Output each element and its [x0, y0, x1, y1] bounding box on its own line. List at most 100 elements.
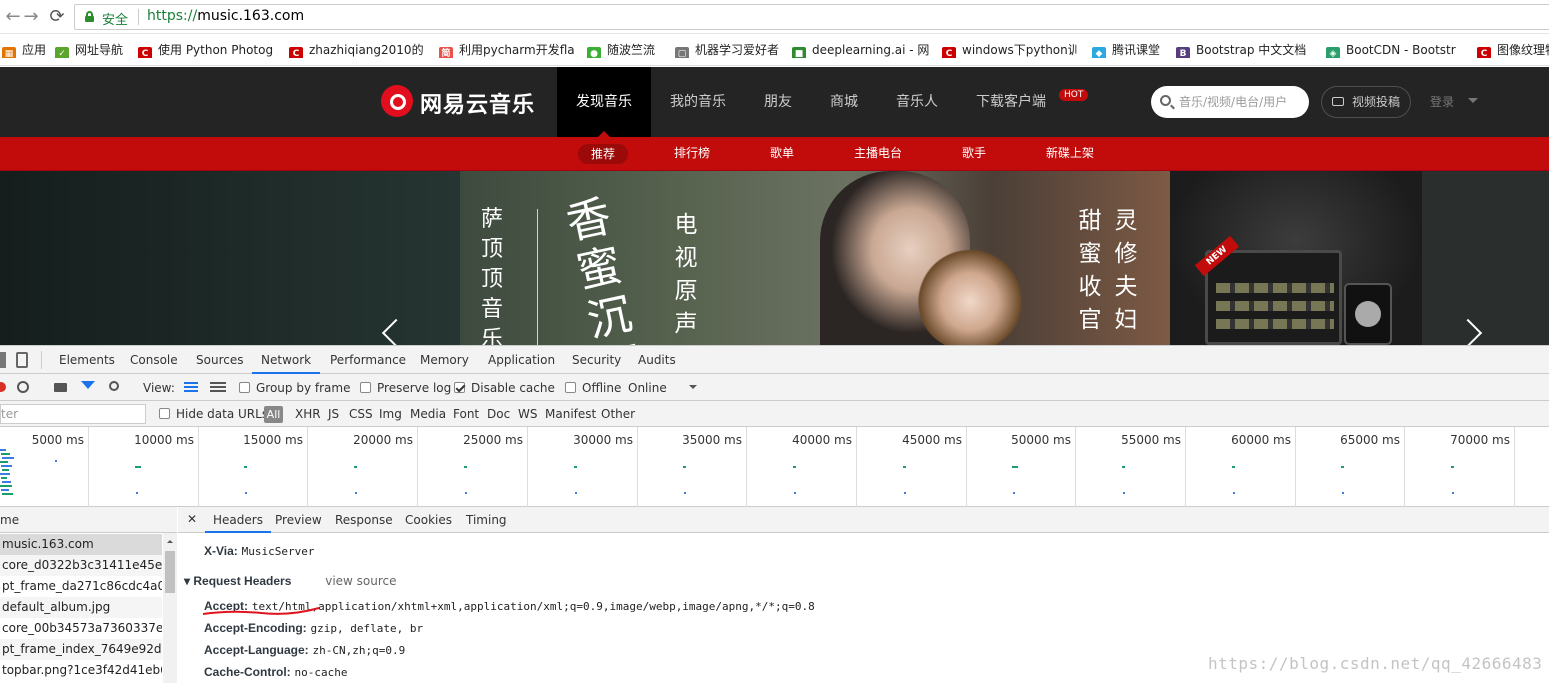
tab-network[interactable]: Network [252, 346, 321, 374]
login-link[interactable]: 登录 [1430, 67, 1454, 137]
clear-icon[interactable] [17, 381, 29, 393]
list-view-icon[interactable] [184, 382, 198, 392]
filter-icon[interactable] [81, 381, 95, 389]
tab-elements[interactable]: Elements [59, 346, 115, 374]
filter-manifest[interactable]: Manifest [545, 406, 596, 422]
screenshot-camera-icon[interactable] [54, 383, 67, 392]
forward-icon[interactable]: → [20, 6, 42, 28]
offline-checkbox[interactable]: Offline [565, 380, 621, 396]
bookmark-item[interactable]: C 图像纹理特 [1477, 42, 1549, 58]
nav-store[interactable]: 商城 [811, 67, 877, 137]
request-row[interactable]: core_00b34573a7360337eed1. [0, 618, 162, 639]
bookmark-item[interactable]: B Bootstrap 中文文档 [1176, 42, 1314, 58]
bookmark-item[interactable]: 简利用pycharm开发fla [439, 42, 574, 58]
tab-timing[interactable]: Timing [466, 507, 507, 533]
view-source-link[interactable]: view source [325, 574, 396, 588]
chevron-down-icon[interactable] [1468, 98, 1478, 108]
subnav-artists[interactable]: 歌手 [962, 137, 986, 171]
filter-doc[interactable]: Doc [487, 406, 510, 422]
request-headers-section[interactable]: ▾ Request Headers view source [184, 573, 397, 589]
netease-music-logo-icon[interactable] [381, 85, 413, 117]
bookmark-item[interactable]: ◈ BootCDN - Bootstr [1326, 42, 1464, 58]
video-upload-button[interactable]: 视频投稿 [1321, 86, 1411, 118]
request-list-header[interactable]: me [0, 507, 177, 533]
filter-xhr[interactable]: XHR [295, 406, 321, 422]
tab-memory[interactable]: Memory [420, 346, 469, 374]
subnav-charts[interactable]: 排行榜 [674, 137, 710, 171]
filter-font[interactable]: Font [453, 406, 479, 422]
subnav-recommend[interactable]: 推荐 [578, 144, 629, 164]
bookmark-item[interactable]: Cwindows下python训 [942, 42, 1077, 58]
request-row[interactable]: topbar.png?1ce3f42d41eb657 [0, 660, 162, 681]
device-toolbar-icon[interactable] [16, 352, 28, 368]
filter-img[interactable]: Img [379, 406, 402, 422]
search-icon[interactable] [109, 381, 119, 391]
hide-data-urls-checkbox[interactable]: Hide data URLs [159, 406, 268, 422]
banner-image[interactable] [460, 171, 1170, 345]
request-row[interactable]: pt_frame_index_7649e92d808. [0, 639, 162, 660]
timeline-tick-label: 30000 ms [573, 433, 633, 447]
nav-friends[interactable]: 朋友 [745, 67, 811, 137]
timeline-tick-label: 50000 ms [1011, 433, 1071, 447]
filter-css[interactable]: CSS [349, 406, 373, 422]
omnibox[interactable]: 安全 https://music.163.com [74, 4, 1549, 30]
request-row[interactable]: core_d0322b3c31411e45edc6. [0, 555, 162, 576]
tab-security[interactable]: Security [572, 346, 621, 374]
nav-musician[interactable]: 音乐人 [877, 67, 957, 137]
bookmark-label: 使用 Python Photog [158, 43, 274, 57]
tab-console[interactable]: Console [130, 346, 178, 374]
tab-audits[interactable]: Audits [638, 346, 676, 374]
filter-input[interactable]: ter [0, 404, 146, 424]
bookmark-item[interactable]: ▢ 机器学习爱好者 [675, 42, 783, 58]
scrollbar-thumb[interactable] [165, 551, 175, 593]
request-row[interactable]: default_album.jpg [0, 597, 162, 618]
tab-preview[interactable]: Preview [275, 507, 322, 533]
chevron-right-icon[interactable] [1453, 318, 1483, 345]
throttling-select[interactable]: Online [628, 380, 667, 396]
banner-carousel[interactable]: 萨顶顶音乐 香蜜沉沉烬如霜 电视原声 甜蜜收官 灵修夫妇 NEW [0, 171, 1549, 345]
subnav-new-albums[interactable]: 新碟上架 [1046, 137, 1094, 171]
site-search-box[interactable] [1151, 86, 1309, 118]
request-list-scrollbar[interactable] [163, 533, 177, 683]
request-row[interactable]: pt_frame_da271c86cdc4a0fc02 [0, 576, 162, 597]
nav-download-client[interactable]: 下载客户端 [957, 67, 1065, 137]
tab-headers[interactable]: Headers [205, 507, 271, 533]
close-icon[interactable]: ✕ [187, 507, 197, 533]
tab-application[interactable]: Application [488, 346, 555, 374]
group-by-frame-checkbox[interactable]: Group by frame [239, 380, 350, 396]
browser-window: ← → ⟳ 安全 https://music.163.com ▦ 应用 ✓ 网址导航 C… [0, 0, 1549, 683]
tab-performance[interactable]: Performance [330, 346, 406, 374]
subnav-radio[interactable]: 主播电台 [854, 137, 902, 171]
bookmark-item[interactable]: C 使用 Python Photog [138, 42, 278, 58]
reload-icon[interactable]: ⟳ [46, 6, 68, 28]
filter-js[interactable]: JS [328, 406, 339, 422]
bookmark-item[interactable]: ● 随波竺流 [587, 42, 667, 58]
nav-my-music[interactable]: 我的音乐 [651, 67, 745, 137]
nav-discover[interactable]: 发现音乐 [557, 67, 651, 137]
bookmark-item[interactable]: Czhazhiqiang2010的 [289, 42, 424, 58]
inspect-icon[interactable] [0, 352, 6, 368]
scroll-up-icon[interactable] [167, 537, 173, 543]
disable-cache-checkbox[interactable]: Disable cache [454, 380, 555, 396]
preserve-log-checkbox[interactable]: Preserve log [360, 380, 451, 396]
filter-media[interactable]: Media [410, 406, 446, 422]
tab-sources[interactable]: Sources [196, 346, 243, 374]
bookmark-item[interactable]: ▦ 应用 [2, 42, 47, 58]
record-icon[interactable] [0, 382, 6, 392]
subnav-playlists[interactable]: 歌单 [770, 137, 794, 171]
tab-cookies[interactable]: Cookies [405, 507, 452, 533]
url-text[interactable]: https://music.163.com [147, 8, 304, 24]
bookmark-item[interactable]: ✓ 网址导航 [55, 42, 131, 58]
filter-all-button[interactable]: All [264, 406, 283, 423]
network-overview-timeline[interactable]: 5000 ms 10000 ms 15000 ms 20000 ms 25000 ms 3… [0, 427, 1549, 507]
filter-ws[interactable]: WS [518, 406, 537, 422]
site-logo-text[interactable]: 网易云音乐 [420, 87, 535, 119]
waterfall-view-icon[interactable] [210, 382, 226, 392]
search-input[interactable] [1179, 94, 1304, 110]
request-row[interactable]: music.163.com [0, 534, 162, 555]
chevron-down-icon[interactable] [689, 385, 697, 393]
tab-response[interactable]: Response [335, 507, 393, 533]
filter-other[interactable]: Other [601, 406, 635, 422]
bookmark-item[interactable]: ■ deeplearning.ai - 网 [792, 42, 929, 58]
bookmark-item[interactable]: ◆ 腾讯课堂 [1092, 42, 1167, 58]
